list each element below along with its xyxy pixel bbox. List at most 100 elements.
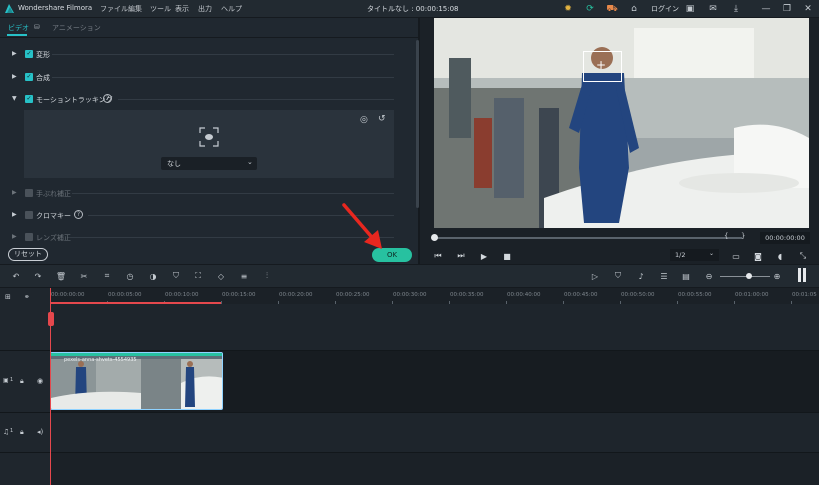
audio-wave-icon[interactable]: ⫶ [261,270,273,282]
row-divider [0,452,819,453]
expand-arrow-icon[interactable]: ▶ [12,211,20,218]
stop-icon[interactable]: ■ [501,250,513,262]
video-track-number: 1 [10,377,14,383]
step-back-icon[interactable]: ⏭ [455,250,467,262]
reset-button[interactable]: リセット [8,248,48,261]
help-icon[interactable]: ? [74,210,83,219]
cart-icon[interactable]: ⛟ [605,2,619,16]
track-headers [0,288,50,485]
audio-track-row[interactable] [50,412,819,452]
section-label-lens-correction: レンズ補正 [36,234,71,242]
mark-in-icon[interactable]: { [724,232,728,240]
scrubber-handle[interactable] [431,234,438,241]
chevron-down-icon: ⌄ [247,158,253,166]
minimize-icon[interactable]: — [759,2,773,16]
previous-frame-icon[interactable]: ⏮ [432,250,444,262]
maximize-icon[interactable]: ❐ [780,2,794,16]
expand-arrow-icon[interactable]: ▶ [12,50,20,57]
menu-export[interactable]: 出力 [198,4,212,14]
snapshot-icon[interactable]: ◙ [752,250,764,262]
playhead-handle[interactable] [48,312,54,326]
checkbox-compositing[interactable]: ✓ [25,73,33,81]
audio-track-number: 1 [10,428,14,434]
lock-icon[interactable]: 🔒︎ [20,428,24,437]
menu-help[interactable]: ヘルプ [221,4,242,14]
tracking-select-value: なし [167,160,181,168]
color-icon[interactable]: ◑ [147,270,159,282]
fullscreen-icon[interactable]: ⤡ [797,250,809,262]
keyframe-icon[interactable]: ◇ [215,270,227,282]
checkbox-transform[interactable]: ✓ [25,50,33,58]
expand-arrow-icon[interactable]: ▶ [12,189,20,196]
menu-tools[interactable]: ツール [150,4,171,14]
crop-icon[interactable]: ⌗ [101,270,113,282]
volume-icon[interactable]: ◖ [774,250,786,262]
timeline-settings-icon[interactable] [798,268,806,282]
ruler-label: 00:01:05 [792,292,817,298]
zoom-out-icon[interactable]: ⊖ [703,270,715,282]
menu-view[interactable]: 表示 [175,4,189,14]
tab-video[interactable]: ビデオ [8,23,29,33]
ruler-label: 00:00:55:00 [678,292,712,298]
checkbox-chroma-key[interactable] [25,211,33,219]
sun-bulb-icon[interactable]: ✹ [561,2,575,16]
app-name: Wondershare Filmora [18,4,93,12]
checkbox-motion-tracking[interactable]: ✓ [25,95,33,103]
section-divider [118,99,394,100]
ruler-label: 00:00:35:00 [450,292,484,298]
add-track-icon[interactable]: ⊞ [5,293,11,301]
menu-edit[interactable]: 編集 [128,4,142,14]
target-select-icon[interactable]: ◎ [360,115,368,125]
microphone-icon[interactable]: ♪ [635,270,647,282]
marker-icon[interactable]: ⛉ [170,270,182,282]
speaker-icon[interactable]: ◂) [37,428,43,436]
checkbox-stabilization[interactable] [25,189,33,197]
lock-icon[interactable]: 🔒︎ [20,377,24,386]
ruler-label: 00:00:25:00 [336,292,370,298]
tracking-target-icon[interactable] [199,127,219,147]
checkbox-lens-correction[interactable] [25,233,33,241]
empty-track-row[interactable] [50,452,819,485]
tab-animation[interactable]: アニメーション [52,23,101,33]
delete-icon[interactable]: 🗑 [55,270,67,282]
save-icon[interactable]: ▣ [683,2,697,16]
snapshot-timeline-icon[interactable]: ▤ [680,270,692,282]
undo-icon[interactable]: ↶ [10,270,22,282]
display-icon[interactable]: ▭ [730,250,742,262]
download-icon[interactable]: ⤓ [729,2,743,16]
zoom-in-icon[interactable]: ⊕ [771,270,783,282]
voiceover-list-icon[interactable]: ☰ [658,270,670,282]
link-icon[interactable]: ⚭ [24,293,30,301]
help-icon[interactable]: ? [103,94,112,103]
reset-icon[interactable]: ↺ [378,114,386,124]
login-button[interactable]: ログイン [651,4,679,14]
adjust-icon[interactable]: ≡ [238,270,250,282]
redo-icon[interactable]: ↷ [32,270,44,282]
render-icon[interactable]: ▷ [589,270,601,282]
shield-icon[interactable]: ⛉ [612,270,624,282]
mail-icon[interactable]: ✉ [706,2,720,16]
ruler-label: 00:00:05:00 [108,292,142,298]
cut-icon[interactable]: ✂ [78,270,90,282]
zoom-slider[interactable] [720,276,770,277]
speed-icon[interactable]: ◷ [124,270,136,282]
mark-out-icon[interactable]: } [741,232,745,240]
empty-track-row[interactable] [50,304,819,350]
tab-audio-icon[interactable]: ⛁ [34,23,40,31]
panel-scrollbar[interactable] [416,40,419,208]
play-icon[interactable]: ▶ [478,250,490,262]
video-preview[interactable] [434,18,809,228]
menu-file[interactable]: ファイル [100,4,128,14]
expand-arrow-icon[interactable]: ▶ [12,73,20,80]
collapse-arrow-icon[interactable]: ▼ [12,95,20,102]
expand-arrow-icon[interactable]: ▶ [12,233,20,240]
eye-icon[interactable]: ◉ [37,377,43,385]
fit-icon[interactable]: ⛶ [192,270,204,282]
section-label-chroma-key: クロマキー [36,212,71,220]
preview-scrubber[interactable] [432,237,742,239]
headset-icon[interactable]: ⟳ [583,2,597,16]
close-icon[interactable]: ✕ [801,2,815,16]
gift-icon[interactable]: ⌂ [627,2,641,16]
section-label-compositing: 合成 [36,74,50,82]
zoom-slider-handle[interactable] [746,273,752,279]
